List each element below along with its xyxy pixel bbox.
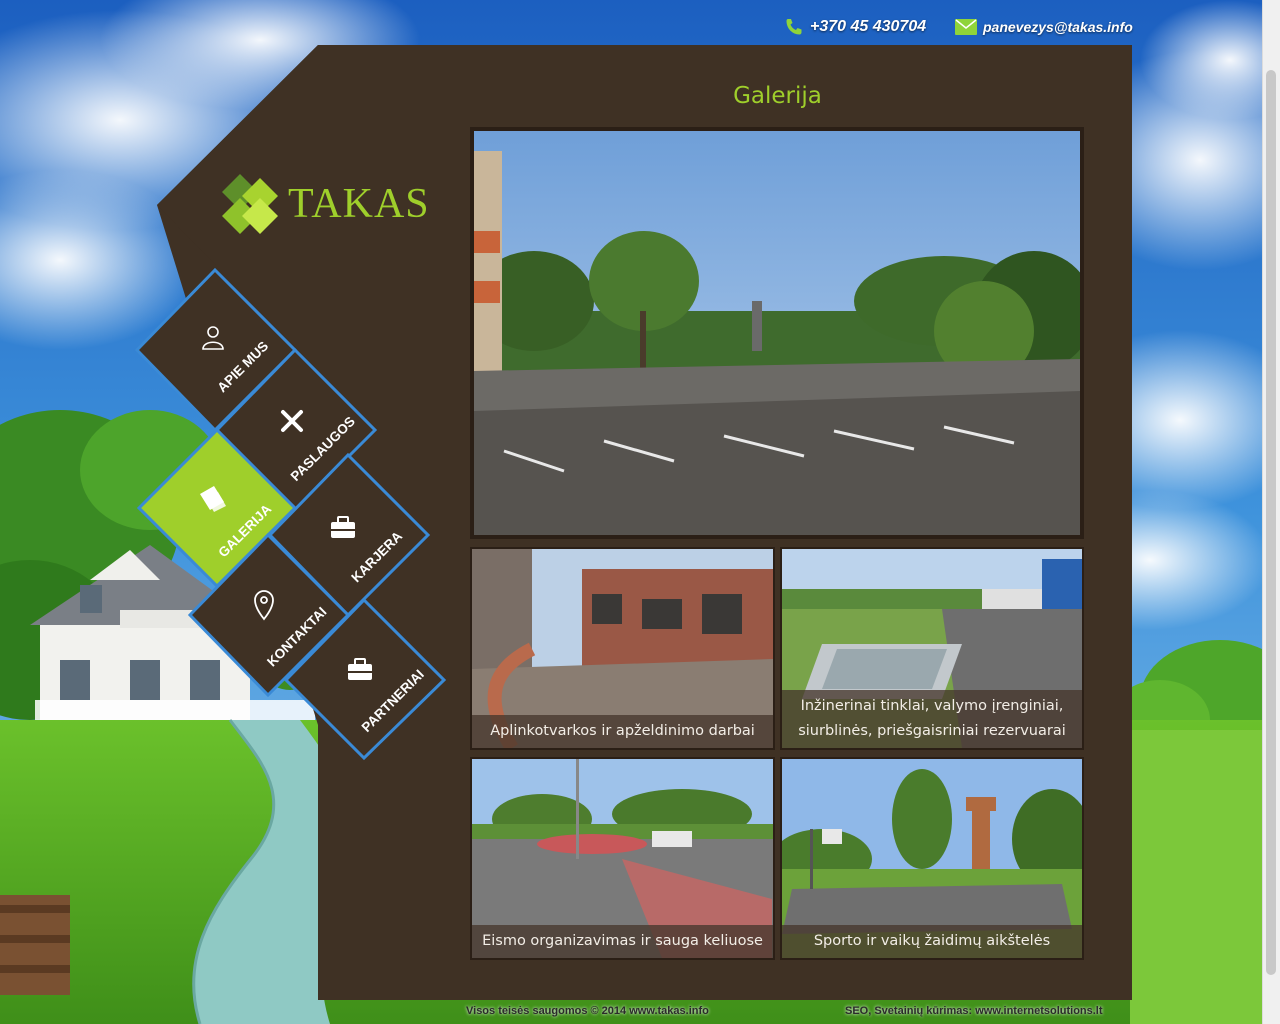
main-navigation: APIE MUS PASLAUGOS GALERIJA KARJERA KONT…	[134, 267, 447, 761]
footer-copyright[interactable]: Visos teisės saugomos © 2014 www.takas.i…	[466, 1005, 709, 1017]
scrollbar[interactable]	[1262, 0, 1280, 1024]
footer-credits[interactable]: SEO, Svetainių kūrimas: www.internetsolu…	[845, 1005, 1103, 1017]
scrollbar-thumb[interactable]	[1266, 70, 1276, 975]
